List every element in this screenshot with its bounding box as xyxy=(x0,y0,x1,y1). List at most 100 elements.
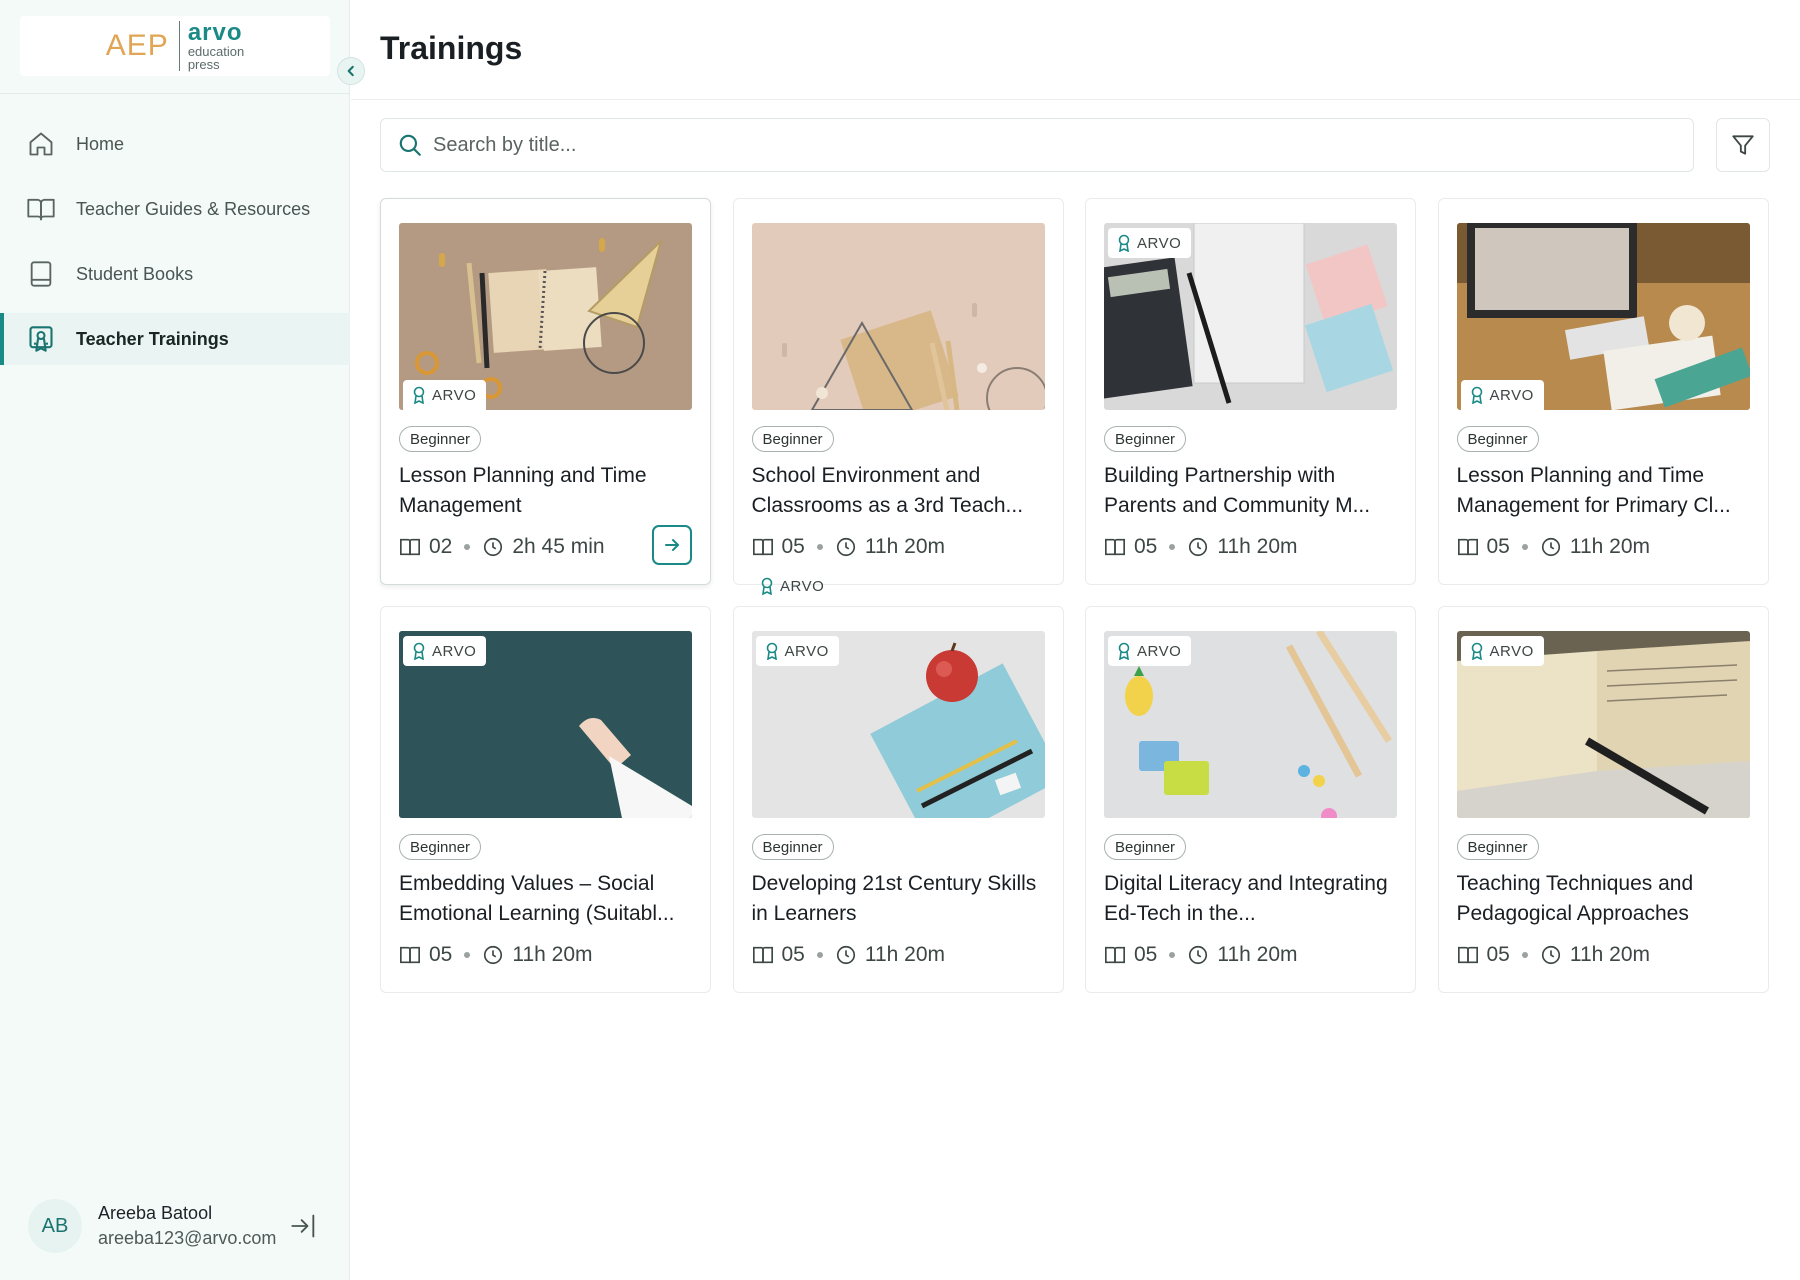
card-meta: 05 11h 20m xyxy=(1457,941,1650,969)
award-ribbon-icon xyxy=(1471,642,1482,660)
brand-logo[interactable]: AEP arvo education press xyxy=(20,16,330,76)
award-ribbon-icon xyxy=(413,386,425,404)
training-card[interactable]: Beginner School Environment and Classroo… xyxy=(732,198,1064,585)
card-meta: 05 11h 20m xyxy=(1457,533,1650,561)
filter-icon xyxy=(1732,135,1754,155)
open-book-icon xyxy=(1105,946,1125,964)
arvo-badge-label: ARVO xyxy=(432,386,477,404)
search-bar xyxy=(380,118,1694,172)
module-count: 05 xyxy=(781,943,805,966)
logo-aep-text: AEP xyxy=(105,29,169,62)
chevron-left-icon xyxy=(347,65,354,77)
arvo-badge-label: ARVO xyxy=(1137,642,1182,660)
sidebar-item-teacher-trainings[interactable]: Teacher Trainings xyxy=(0,313,350,365)
training-card[interactable]: ARVO Beginner Teaching Techniques and Pe… xyxy=(1437,606,1769,993)
meta-separator xyxy=(464,952,471,958)
card-title: Teaching Techniques and Pedagogical Appr… xyxy=(1456,872,1694,925)
module-count: 02 xyxy=(429,535,453,558)
book-icon xyxy=(26,259,56,289)
training-card[interactable]: ARVO Beginner Lesson Planning and Time M… xyxy=(1437,198,1769,585)
logout-icon[interactable] xyxy=(290,1212,318,1240)
open-training-button[interactable] xyxy=(652,525,692,565)
meta-separator xyxy=(1521,544,1528,550)
card-meta: 05 11h 20m xyxy=(1104,533,1298,561)
arvo-badge: ARVO xyxy=(755,636,839,666)
open-book-icon xyxy=(1457,538,1478,556)
duration: 2h 45 min xyxy=(512,535,605,558)
card-meta: 05 11h 20m xyxy=(1104,941,1298,969)
level-badge: Beginner xyxy=(1104,834,1187,860)
card-title: Lesson Planning and Time Management xyxy=(399,464,647,517)
search-input[interactable] xyxy=(433,133,1633,157)
floating-arvo-label: ARVO xyxy=(780,577,825,595)
user-email: areeba123@arvo.com xyxy=(98,1228,277,1248)
search-icon xyxy=(397,132,423,158)
avatar[interactable]: AB xyxy=(28,1199,82,1253)
card-thumbnail: ARVO xyxy=(751,631,1045,818)
meta-separator xyxy=(464,544,471,550)
sidebar-item-label: Home xyxy=(76,133,125,154)
sidebar-item-label: Teacher Trainings xyxy=(76,328,229,349)
module-count: 05 xyxy=(1134,535,1158,558)
module-count: 05 xyxy=(1486,943,1510,966)
open-book-icon xyxy=(26,194,56,224)
duration: 11h 20m xyxy=(1217,943,1298,966)
duration: 11h 20m xyxy=(864,943,946,966)
arvo-badge: ARVO xyxy=(403,380,487,410)
filter-button[interactable] xyxy=(1716,118,1770,172)
open-book-icon xyxy=(400,946,420,964)
clock-icon xyxy=(484,945,503,965)
award-ribbon-icon xyxy=(766,642,777,660)
logo-arvo-text: arvo xyxy=(187,19,243,46)
training-card[interactable]: ARVO Beginner Digital Literacy and Integ… xyxy=(1085,606,1416,993)
certificate-icon xyxy=(26,324,56,354)
logo-sub-2: press xyxy=(187,57,220,72)
sidebar-item-teacher-guides[interactable]: Teacher Guides & Resources xyxy=(0,183,350,235)
duration: 11h 20m xyxy=(1217,535,1298,558)
arvo-badge: ARVO xyxy=(1460,380,1544,410)
module-count: 05 xyxy=(1486,535,1510,558)
card-meta: 05 11h 20m xyxy=(752,941,946,969)
meta-separator xyxy=(1169,952,1176,958)
sidebar-item-student-books[interactable]: Student Books xyxy=(0,248,350,300)
sidebar-item-home[interactable]: Home xyxy=(0,118,350,170)
duration: 11h 20m xyxy=(512,943,593,966)
clock-icon xyxy=(836,537,855,557)
award-ribbon-icon xyxy=(1118,642,1130,660)
arvo-badge: ARVO xyxy=(1460,636,1544,666)
award-ribbon-icon xyxy=(1471,386,1482,404)
card-thumbnail: ARVO xyxy=(1104,223,1397,410)
arvo-badge-label: ARVO xyxy=(1489,642,1534,660)
sidebar-item-label: Teacher Guides & Resources xyxy=(76,198,311,219)
module-count: 05 xyxy=(429,943,453,966)
training-card[interactable]: ARVO Beginner Lesson Planning and Time M… xyxy=(380,198,711,585)
level-badge: Beginner xyxy=(399,834,482,860)
sidebar-item-label: Student Books xyxy=(76,263,194,284)
clock-icon xyxy=(484,537,503,557)
user-name: Areeba Batool xyxy=(98,1203,213,1223)
meta-separator xyxy=(1169,544,1176,550)
arvo-badge-label: ARVO xyxy=(784,642,829,660)
training-card[interactable]: ARVO Beginner Developing 21st Century Sk… xyxy=(732,606,1064,993)
level-badge: Beginner xyxy=(1456,834,1539,860)
training-card[interactable]: ARVO Beginner Building Partnership with … xyxy=(1085,198,1416,585)
sidebar-nav: Home Teacher Guides & Resources Student … xyxy=(0,118,350,378)
card-meta: 05 11h 20m xyxy=(399,941,593,969)
meta-separator xyxy=(1521,952,1528,958)
open-book-icon xyxy=(1105,538,1125,556)
clock-icon xyxy=(836,945,855,965)
arvo-badge: ARVO xyxy=(1108,228,1192,258)
sidebar-divider xyxy=(0,93,350,94)
arvo-badge-label: ARVO xyxy=(432,642,477,660)
duration: 11h 20m xyxy=(864,535,946,558)
card-title: Lesson Planning and Time Management for … xyxy=(1456,464,1731,517)
card-title: School Environment and Classrooms as a 3… xyxy=(751,464,1024,517)
award-ribbon-icon xyxy=(1118,234,1130,252)
training-card[interactable]: ARVO Beginner Embedding Values – Social … xyxy=(380,606,711,993)
card-thumbnail: ARVO xyxy=(399,631,692,818)
open-book-icon xyxy=(1457,946,1478,964)
module-count: 05 xyxy=(781,535,805,558)
card-thumbnail: ARVO xyxy=(399,223,692,410)
logo-divider xyxy=(178,21,180,71)
collapse-sidebar-button[interactable] xyxy=(337,57,365,85)
